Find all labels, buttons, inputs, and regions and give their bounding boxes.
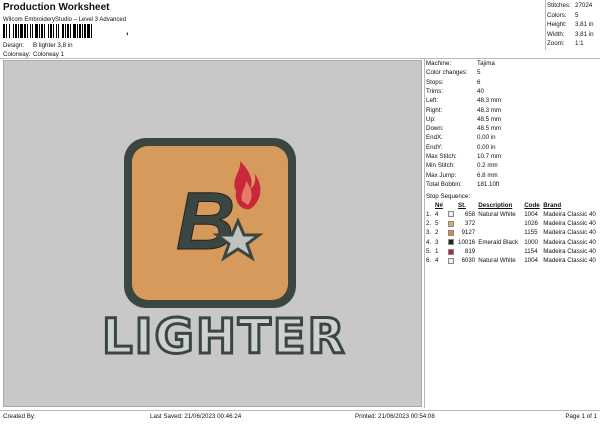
stop-sequence-panel: Stop Sequence: N# St. Description Code B… (426, 193, 598, 266)
machine-info-row: EndX: 0.00 in (426, 135, 496, 141)
info-value: 48.3 mm (477, 106, 502, 114)
info-label: Color changes: (426, 69, 468, 77)
color-swatch (448, 248, 454, 255)
info-value: 48.5 mm (477, 115, 502, 123)
info-label: Min Stitch: (426, 162, 455, 170)
barcode-bar (92, 24, 94, 38)
info-value: 10.7 mm (477, 153, 502, 160)
design-label: Design: (3, 42, 24, 49)
table-row: 4. 3 10016 Emerald Black 1000 Madeira Classic… (426, 238, 596, 246)
machine-info-row: Down: 48.5 mm (426, 125, 502, 133)
info-label: Total Bobbin: (426, 180, 462, 188)
machine-info-row: Right: 48.3 mm (426, 106, 502, 114)
info-value: 181.10ft (477, 180, 500, 188)
machine-info-row: Min Stitch: 0.2 mm (426, 163, 498, 169)
info-label: Up: (426, 115, 436, 123)
last-saved: Last Saved: 21/06/2023 00:46:24 (150, 413, 242, 420)
info-label: Right: (426, 106, 443, 114)
table-header-row: N# St. Description Code Brand (435, 202, 562, 210)
table-row: 6. 4 6030 Natural White 1004 Madeira Classic … (426, 257, 596, 265)
info-value: 0.00 in (477, 134, 496, 142)
page-title: Production Worksheet (3, 2, 110, 13)
table-row: 1. 4 658 Natural White 1004 Madeira Classic 4… (426, 210, 596, 218)
summary-stitches: Stitches: 27024 (547, 2, 593, 9)
color-swatch (448, 239, 454, 246)
info-label: Machine: (426, 60, 452, 67)
summary-colors: Colors: 5 (547, 11, 579, 19)
stop-sequence-title: Stop Sequence: (426, 193, 471, 200)
table-row: 5. 1 819 1154 Madeira Classic 40 (426, 247, 596, 255)
info-label: Stops: (426, 78, 444, 86)
machine-info-row: Left: 48.3 mm (426, 97, 502, 105)
printed-date: Printed: 21/06/2023 00:54:08 (355, 413, 435, 420)
info-value: 40 (477, 87, 484, 95)
machine-info-row: Trims: 40 (426, 87, 484, 95)
barcode (3, 24, 123, 38)
info-label: Left: (426, 97, 439, 105)
machine-info-row: EndY: 0.00 in (426, 143, 496, 151)
info-label: Down: (426, 125, 444, 133)
colorway-value: Colorway 1 (33, 51, 64, 58)
design-preview-canvas: B LIGHTER (3, 60, 422, 407)
logo-word: LIGHTER (102, 309, 347, 365)
info-value: 0.00 in (477, 143, 496, 151)
summary-width: Width: 3.81 in (547, 30, 594, 38)
machine-info-row: Total Bobbin: 181.10ft (426, 180, 500, 188)
info-value: 5 (477, 69, 481, 77)
summary-zoom: Zoom: 1:1 (547, 40, 584, 47)
summary-panel: Stitches: 27024 Colors: 5 Height: 3.81 in W… (547, 2, 599, 51)
info-value: 6.8 mm (477, 171, 498, 179)
info-value: 6 (477, 78, 481, 86)
divider (424, 58, 425, 408)
table-row: 3. 2 9127 1155 Madeira Classic 40 (426, 229, 596, 237)
color-swatch (448, 220, 454, 227)
info-value: Tajima (477, 60, 495, 67)
page-number: Page 1 of 1 (565, 413, 597, 420)
machine-info-panel: Machine: Tajima Color changes: 5 Stops: 6 Trim… (426, 60, 598, 193)
divider (0, 58, 600, 59)
machine-info-row: Max Jump: 6.8 mm (426, 171, 498, 179)
info-label: Max Stitch: (426, 153, 457, 160)
machine-info-row: Up: 48.5 mm (426, 115, 502, 123)
info-value: 48.3 mm (477, 97, 502, 105)
table-row: 2. 5 372 1026 Madeira Classic 40 (426, 220, 596, 228)
info-label: Trims: (426, 87, 443, 95)
design-value: B lighter 3,8 in (33, 42, 73, 49)
info-label: EndY: (426, 143, 443, 151)
created-by: Created By: (3, 413, 36, 420)
machine-info-row: Color changes: 5 (426, 70, 480, 76)
software-subtitle: Wilcom EmbroideryStudio – Level 3 Advanc… (3, 17, 127, 23)
design-field: Design: B lighter 3,8 in (3, 42, 73, 49)
embroidery-design: B LIGHTER (101, 138, 347, 367)
info-label: Max Jump: (426, 171, 457, 179)
color-swatch (448, 211, 454, 218)
info-value: 0.2 mm (477, 162, 498, 170)
footer: Created By: Last Saved: 21/06/2023 00:46… (0, 410, 600, 424)
color-swatch (448, 257, 454, 264)
divider (545, 0, 546, 50)
stop-sequence-table: N# St. Description Code Brand 1. 4 658 Natu… (426, 202, 598, 266)
color-swatch (448, 230, 454, 237)
info-value: 48.5 mm (477, 125, 502, 133)
summary-height: Height: 3.81 in (547, 21, 594, 28)
info-label: EndX: (426, 134, 443, 142)
machine-info-row: Stops: 6 (426, 78, 481, 86)
machine-info-row: Machine: Tajima (426, 60, 495, 67)
barcode-mark: , (126, 26, 129, 36)
machine-info-row: Max Stitch: 10.7 mm (426, 153, 502, 160)
